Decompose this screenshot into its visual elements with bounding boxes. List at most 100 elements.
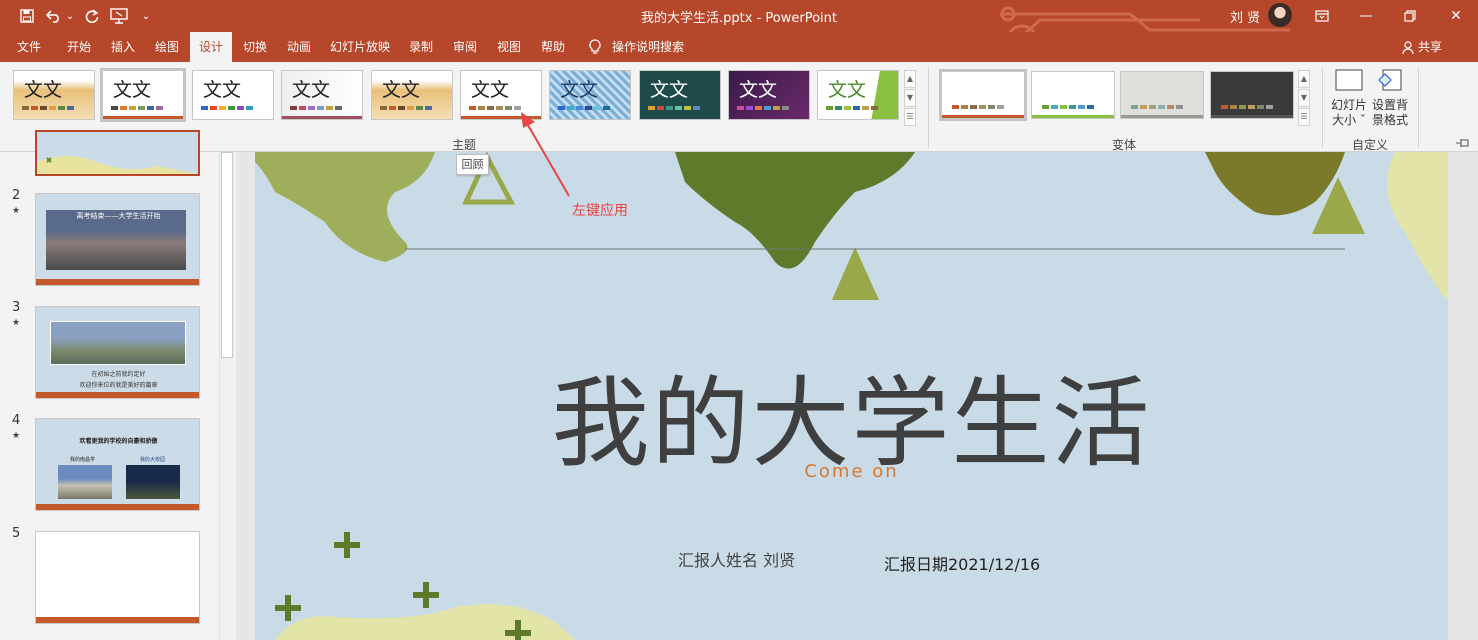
annotation-text: 左键应用	[572, 203, 628, 219]
slide-thumbnails-panel: 2 ★ 离考结束——大学生活开始 3 ★ 在初始之前就约定好 欢迎你来位的就是美…	[0, 130, 236, 640]
tab-record[interactable]: 录制	[400, 32, 442, 62]
slide-thumbnail-3[interactable]: 在初始之前就约定好 欢迎你来位的就是美好的篇章	[35, 306, 200, 399]
tab-home[interactable]: 开始	[58, 32, 100, 62]
slide-number: 3	[12, 300, 21, 315]
slide-thumbnail-4[interactable]: 欢看更我的学校的自豪和骄傲 我的南昌学 我的大校园	[35, 418, 200, 511]
gallery-scroll-up-icon[interactable]: ▲	[904, 70, 916, 88]
undo-dropdown-icon[interactable]: ⌄	[64, 5, 76, 27]
tab-file[interactable]: 文件	[8, 32, 50, 62]
slide-number: 4	[12, 413, 21, 428]
thumbnail-right-caption: 我的大校园	[140, 457, 166, 463]
format-background-label-line1: 设置背	[1371, 98, 1408, 112]
group-separator	[1322, 68, 1323, 148]
format-background-button[interactable]: 设置背 景格式	[1368, 68, 1412, 128]
menu-bar: 文件 开始 插入 绘图 设计 切换 动画 幻灯片放映 录制 审阅 视图 帮助 操…	[0, 32, 1478, 62]
title-bar: ⌄ ⌄ 我的大学生活.pptx - PowerPoint 刘 贤 — ✕	[0, 0, 1478, 56]
gallery-more-icon[interactable]: ☰	[904, 108, 916, 126]
theme-9[interactable]: 文文	[728, 70, 810, 120]
theme-sample-text: 文文	[203, 79, 242, 101]
slide-thumbnail-2[interactable]: 离考结束——大学生活开始	[35, 193, 200, 286]
gallery-scroll-down-icon[interactable]: ▼	[904, 89, 916, 107]
tab-slideshow[interactable]: 幻灯片放映	[324, 32, 396, 62]
theme-sample-text: 文文	[739, 79, 778, 101]
tab-help[interactable]: 帮助	[532, 32, 574, 62]
undo-icon[interactable]	[44, 5, 64, 27]
animation-star-icon: ★	[12, 206, 21, 216]
slide-size-label-line2: 大小 ˇ	[1332, 113, 1366, 127]
slide-number: 5	[12, 526, 21, 541]
slide-number: 2	[12, 188, 21, 203]
tab-view[interactable]: 视图	[488, 32, 530, 62]
lightbulb-icon	[589, 39, 601, 54]
tab-review[interactable]: 审阅	[444, 32, 486, 62]
theme-10[interactable]: 文文	[817, 70, 899, 120]
theme-sample-text: 文文	[828, 79, 867, 101]
thumbnail-title: 离考结束——大学生活开始	[76, 212, 161, 220]
animation-star-icon: ★	[12, 431, 21, 441]
thumbnail-line-1: 在初始之前就约定好	[91, 371, 146, 378]
theme-sample-text: 文文	[560, 79, 599, 101]
tab-draw[interactable]: 绘图	[146, 32, 188, 62]
theme-sample-text: 文文	[650, 79, 689, 101]
minimize-button[interactable]: —	[1344, 0, 1388, 32]
thumbnail-photo	[58, 465, 112, 499]
theme-3[interactable]: 文文	[192, 70, 274, 120]
thumbnail-decoration	[37, 156, 198, 174]
variants-scroll-up-icon[interactable]: ▲	[1298, 70, 1310, 88]
theme-1[interactable]: 文文	[13, 70, 95, 120]
variant-3[interactable]	[1120, 71, 1204, 119]
pin-ribbon-icon[interactable]	[1455, 138, 1471, 148]
thumbnail-photo	[126, 465, 180, 499]
slide-size-label-line1: 幻灯片	[1330, 98, 1367, 112]
tell-me-search[interactable]: 操作说明搜索	[612, 32, 684, 62]
variant-4[interactable]	[1210, 71, 1294, 119]
annotation-arrow	[521, 112, 570, 197]
customize-qat-icon[interactable]: ⌄	[140, 5, 152, 27]
tab-design[interactable]: 设计	[190, 32, 232, 62]
variants-more-icon[interactable]: ☰	[1298, 108, 1310, 126]
redo-icon[interactable]	[82, 5, 102, 27]
presenter-icon[interactable]	[108, 5, 130, 27]
format-background-label-line2: 景格式	[1371, 113, 1408, 127]
thumbnail-photo	[50, 321, 186, 365]
format-background-icon	[1378, 69, 1402, 91]
themes-group-label: 主题	[452, 138, 477, 152]
slide-thumbnail-1[interactable]	[35, 130, 200, 176]
close-button[interactable]: ✕	[1434, 0, 1478, 32]
animation-star-icon: ★	[12, 318, 21, 328]
tab-insert[interactable]: 插入	[102, 32, 144, 62]
theme-2[interactable]: 文文	[100, 68, 186, 122]
tab-animations[interactable]: 动画	[278, 32, 320, 62]
slide-presenter[interactable]: 汇报人姓名 刘贤	[678, 547, 795, 571]
theme-sample-text: 文文	[471, 79, 510, 101]
restore-icon[interactable]	[1388, 0, 1432, 32]
tab-transitions[interactable]: 切换	[234, 32, 276, 62]
theme-4[interactable]: 文文	[281, 70, 363, 120]
theme-5[interactable]: 文文	[371, 70, 453, 120]
save-icon[interactable]	[17, 5, 37, 27]
user-name[interactable]: 刘 贤	[1230, 7, 1260, 26]
variant-1[interactable]	[939, 69, 1027, 121]
variant-2[interactable]	[1031, 71, 1115, 119]
share-person-icon	[1402, 41, 1414, 55]
thumbnail-line-2: 欢迎你来位的就是美好的篇章	[79, 382, 158, 389]
theme-sample-text: 文文	[113, 79, 152, 101]
slide-thumbnail-5[interactable]	[35, 531, 200, 624]
current-slide[interactable]: 我的大学生活 Come on 汇报人姓名 刘贤 汇报日期2021/12/16	[255, 152, 1448, 640]
ribbon-display-options-icon[interactable]	[1300, 0, 1344, 32]
avatar[interactable]	[1268, 3, 1292, 27]
slide-subtitle[interactable]: Come on	[255, 461, 1448, 482]
thumbnails-scroll-thumb[interactable]	[221, 152, 233, 358]
slide-size-button[interactable]: 幻灯片 大小 ˇ	[1327, 68, 1371, 128]
share-button[interactable]: 共享	[1418, 32, 1442, 62]
thumbnail-left-caption: 我的南昌学	[70, 457, 96, 463]
theme-sample-text: 文文	[24, 79, 63, 101]
variants-scroll-down-icon[interactable]: ▼	[1298, 89, 1310, 107]
group-separator	[928, 68, 929, 148]
design-ribbon: 文文 文文 文文 文文 文文 文文 文文 文文 文文 文文 ▲ ▼ ☰ 主题 ▲…	[0, 62, 1478, 152]
theme-sample-text: 文文	[382, 79, 421, 101]
theme-tooltip: 回顾	[456, 154, 489, 175]
group-separator	[1418, 68, 1419, 148]
theme-8[interactable]: 文文	[639, 70, 721, 120]
slide-date[interactable]: 汇报日期2021/12/16	[884, 551, 1040, 575]
